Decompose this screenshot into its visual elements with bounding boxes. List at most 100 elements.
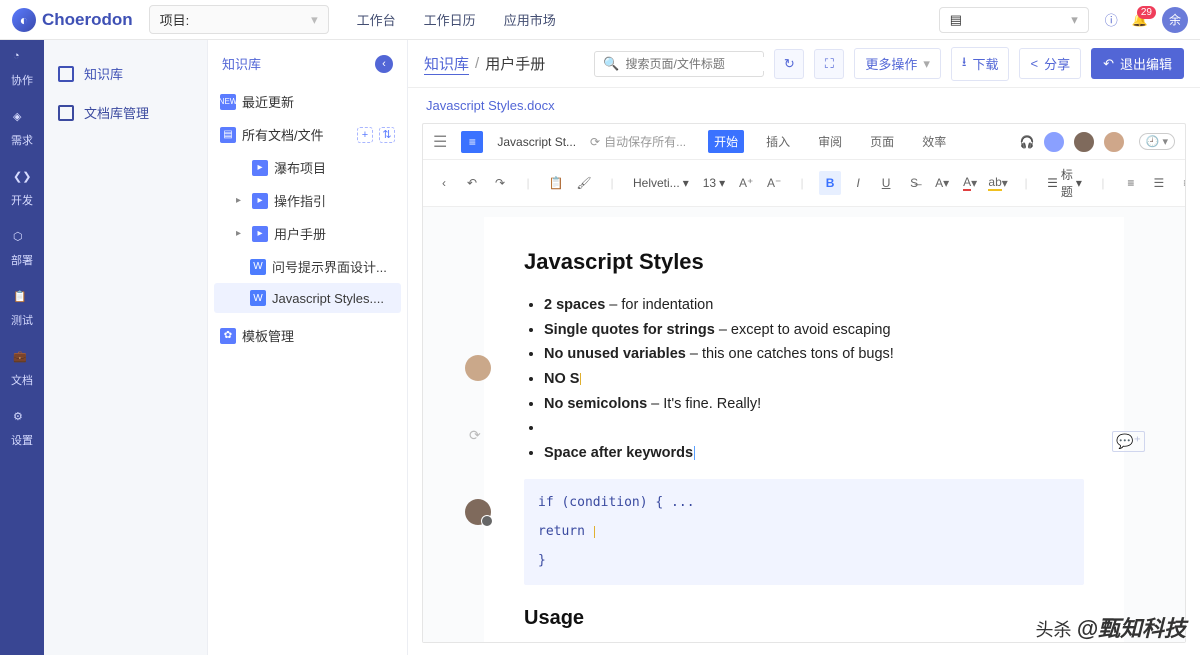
strike-button[interactable]: S̶	[903, 171, 925, 195]
rail-settings[interactable]: ⚙设置	[11, 410, 33, 448]
doc-icon: ▸	[252, 160, 268, 176]
rail-test[interactable]: 📋测试	[11, 290, 33, 328]
main-panel: 知识库 / 用户手册 🔍 ↻ ⛶ 更多操作▾ ⭳下载 <分享	[408, 40, 1200, 655]
sidebar-doc-mgmt[interactable]: 文档库管理	[44, 93, 207, 132]
nav-workbench[interactable]: 工作台	[357, 10, 396, 29]
context-selector[interactable]: ▤ ▾	[939, 7, 1089, 33]
sort-button[interactable]: ⇅	[379, 127, 395, 143]
doc-icon: ▸	[252, 226, 268, 242]
search-input[interactable]: 🔍	[594, 51, 764, 77]
tree-item-guide[interactable]: ▸▸ 操作指引	[214, 184, 401, 217]
user-avatar[interactable]: 余	[1162, 7, 1188, 33]
sidebar-knowledge[interactable]: 知识库	[44, 54, 207, 93]
tree-item-design[interactable]: W 问号提示界面设计...	[214, 250, 401, 283]
history-button[interactable]: 🕘 ▾	[1139, 133, 1175, 150]
rail-docs[interactable]: 💼文档	[11, 350, 33, 388]
tab-start[interactable]: 开始	[708, 130, 744, 153]
help-icon[interactable]: ⓘ	[1105, 10, 1118, 29]
collab-avatar-3[interactable]	[1103, 131, 1125, 153]
menu-icon[interactable]: ☰	[433, 132, 447, 152]
font-effects-button[interactable]: A▾	[931, 171, 953, 195]
tab-efficiency[interactable]: 效率	[916, 130, 952, 153]
highlight-button[interactable]: ab ▾	[987, 171, 1009, 195]
document-page[interactable]: Javascript Styles 2 spaces – for indenta…	[484, 217, 1124, 642]
main-toolbar: 知识库 / 用户手册 🔍 ↻ ⛶ 更多操作▾ ⭳下载 <分享	[408, 40, 1200, 88]
notifications-icon[interactable]: 🔔 29	[1132, 12, 1148, 28]
tab-review[interactable]: 审阅	[812, 130, 848, 153]
font-color-button[interactable]: A ▾	[959, 171, 981, 195]
share-icon: <	[1030, 56, 1038, 71]
bullet-item: 2 spaces – for indentation	[544, 293, 1084, 318]
tree-item-jsstyles[interactable]: W Javascript Styles....	[214, 283, 401, 313]
exit-edit-button[interactable]: ↶退出编辑	[1091, 48, 1184, 79]
collab-cursor-avatar-1	[465, 355, 491, 381]
project-label: 项目:	[160, 10, 190, 29]
rail-collab[interactable]: ◔协作	[11, 50, 33, 88]
code-block: if (condition) { ... return }	[524, 479, 1084, 585]
rail-requirements[interactable]: ◈需求	[11, 110, 33, 148]
bullet-item: No semicolons – It's fine. Really!	[544, 392, 1084, 417]
back-button[interactable]: ‹	[375, 55, 393, 73]
bullet-item: Single quotes for strings – except to av…	[544, 318, 1084, 343]
word-icon: W	[250, 290, 266, 306]
font-select[interactable]: Helveti... ▾	[629, 176, 693, 190]
expand-icon[interactable]: ▸	[236, 195, 246, 206]
document-area[interactable]: ⟳ 💬⁺ Javascript Styles 2 spaces – for in…	[423, 207, 1185, 642]
heading-select[interactable]: ☰ 标题 ▾	[1043, 166, 1086, 200]
headset-icon[interactable]: 🎧	[1020, 135, 1035, 149]
download-icon: ⭳	[962, 53, 967, 75]
tree-title: 知识库	[222, 54, 261, 73]
editor: ☰ ≡ Javascript St... ⟳ 自动保存所有... 开始 插入 审…	[422, 123, 1186, 643]
gear-icon: ✿	[220, 328, 236, 344]
crumb-root[interactable]: 知识库	[424, 53, 469, 75]
align-center-button[interactable]: ☰	[1148, 171, 1170, 195]
nav-calendar[interactable]: 工作日历	[424, 10, 476, 29]
download-button[interactable]: ⭳下载	[951, 47, 1010, 81]
project-selector[interactable]: 项目: ▾	[149, 5, 329, 34]
word-icon: W	[250, 259, 266, 275]
align-left-button[interactable]: ≡	[1120, 171, 1142, 195]
folder-icon	[58, 105, 74, 121]
decrease-font-button[interactable]: A⁻	[763, 171, 785, 195]
tab-page[interactable]: 页面	[864, 130, 900, 153]
add-doc-button[interactable]: +	[357, 127, 373, 143]
watermark: 头杀 @甄知科技	[1036, 611, 1186, 643]
underline-button[interactable]: U	[875, 171, 897, 195]
tree-all-docs[interactable]: ▤ 所有文档/文件 + ⇅	[214, 118, 401, 151]
align-right-button[interactable]: ≡	[1176, 171, 1185, 195]
nav-market[interactable]: 应用市场	[504, 10, 556, 29]
search-field[interactable]	[626, 57, 781, 71]
italic-button[interactable]: I	[847, 171, 869, 195]
bold-button[interactable]: B	[819, 171, 841, 195]
brand-icon: ◐	[12, 8, 36, 32]
notif-badge: 29	[1137, 6, 1156, 19]
tab-insert[interactable]: 插入	[760, 130, 796, 153]
font-size-select[interactable]: 13 ▾	[699, 176, 729, 190]
more-actions-button[interactable]: 更多操作▾	[854, 48, 941, 79]
topbar: ◐ Choerodon 项目: ▾ 工作台 工作日历 应用市场 ▤ ▾ ⓘ 🔔 …	[0, 0, 1200, 40]
tree-templates[interactable]: ✿ 模板管理	[214, 319, 401, 352]
rail-deploy[interactable]: ⬡部署	[11, 230, 33, 268]
undo-button[interactable]: ↶	[461, 171, 483, 195]
redo-button[interactable]: ↷	[489, 171, 511, 195]
tree-item-waterfall[interactable]: ▸ 瀑布项目	[214, 151, 401, 184]
tree-recent[interactable]: NEW 最近更新	[214, 85, 401, 118]
rail-dev[interactable]: ❮❯开发	[11, 170, 33, 208]
increase-font-button[interactable]: A⁺	[735, 171, 757, 195]
chevron-left-icon[interactable]: ‹	[433, 171, 455, 195]
brand-logo[interactable]: ◐ Choerodon	[12, 8, 133, 32]
share-button[interactable]: <分享	[1019, 48, 1081, 79]
expand-icon[interactable]: ▸	[236, 228, 246, 239]
doc-path[interactable]: Javascript Styles.docx	[408, 88, 1200, 123]
tree-item-manual[interactable]: ▸▸ 用户手册	[214, 217, 401, 250]
format-painter-button[interactable]: 🖌	[573, 171, 595, 195]
doc-type-icon: ≡	[461, 131, 483, 153]
paste-button[interactable]: 📋	[545, 171, 567, 195]
tree-sidebar: 知识库 ‹ NEW 最近更新 ▤ 所有文档/文件 + ⇅ ▸	[208, 40, 408, 655]
format-toolbar: ‹ ↶ ↷ | 📋 🖌 | Helveti... ▾ 13 ▾ A⁺ A⁻ | …	[423, 160, 1185, 207]
collab-avatar-2[interactable]	[1073, 131, 1095, 153]
refresh-button[interactable]: ↻	[774, 49, 804, 79]
collab-avatar-1[interactable]	[1043, 131, 1065, 153]
fullscreen-button[interactable]: ⛶	[814, 49, 844, 79]
comment-icon[interactable]: 💬⁺	[1112, 431, 1145, 452]
